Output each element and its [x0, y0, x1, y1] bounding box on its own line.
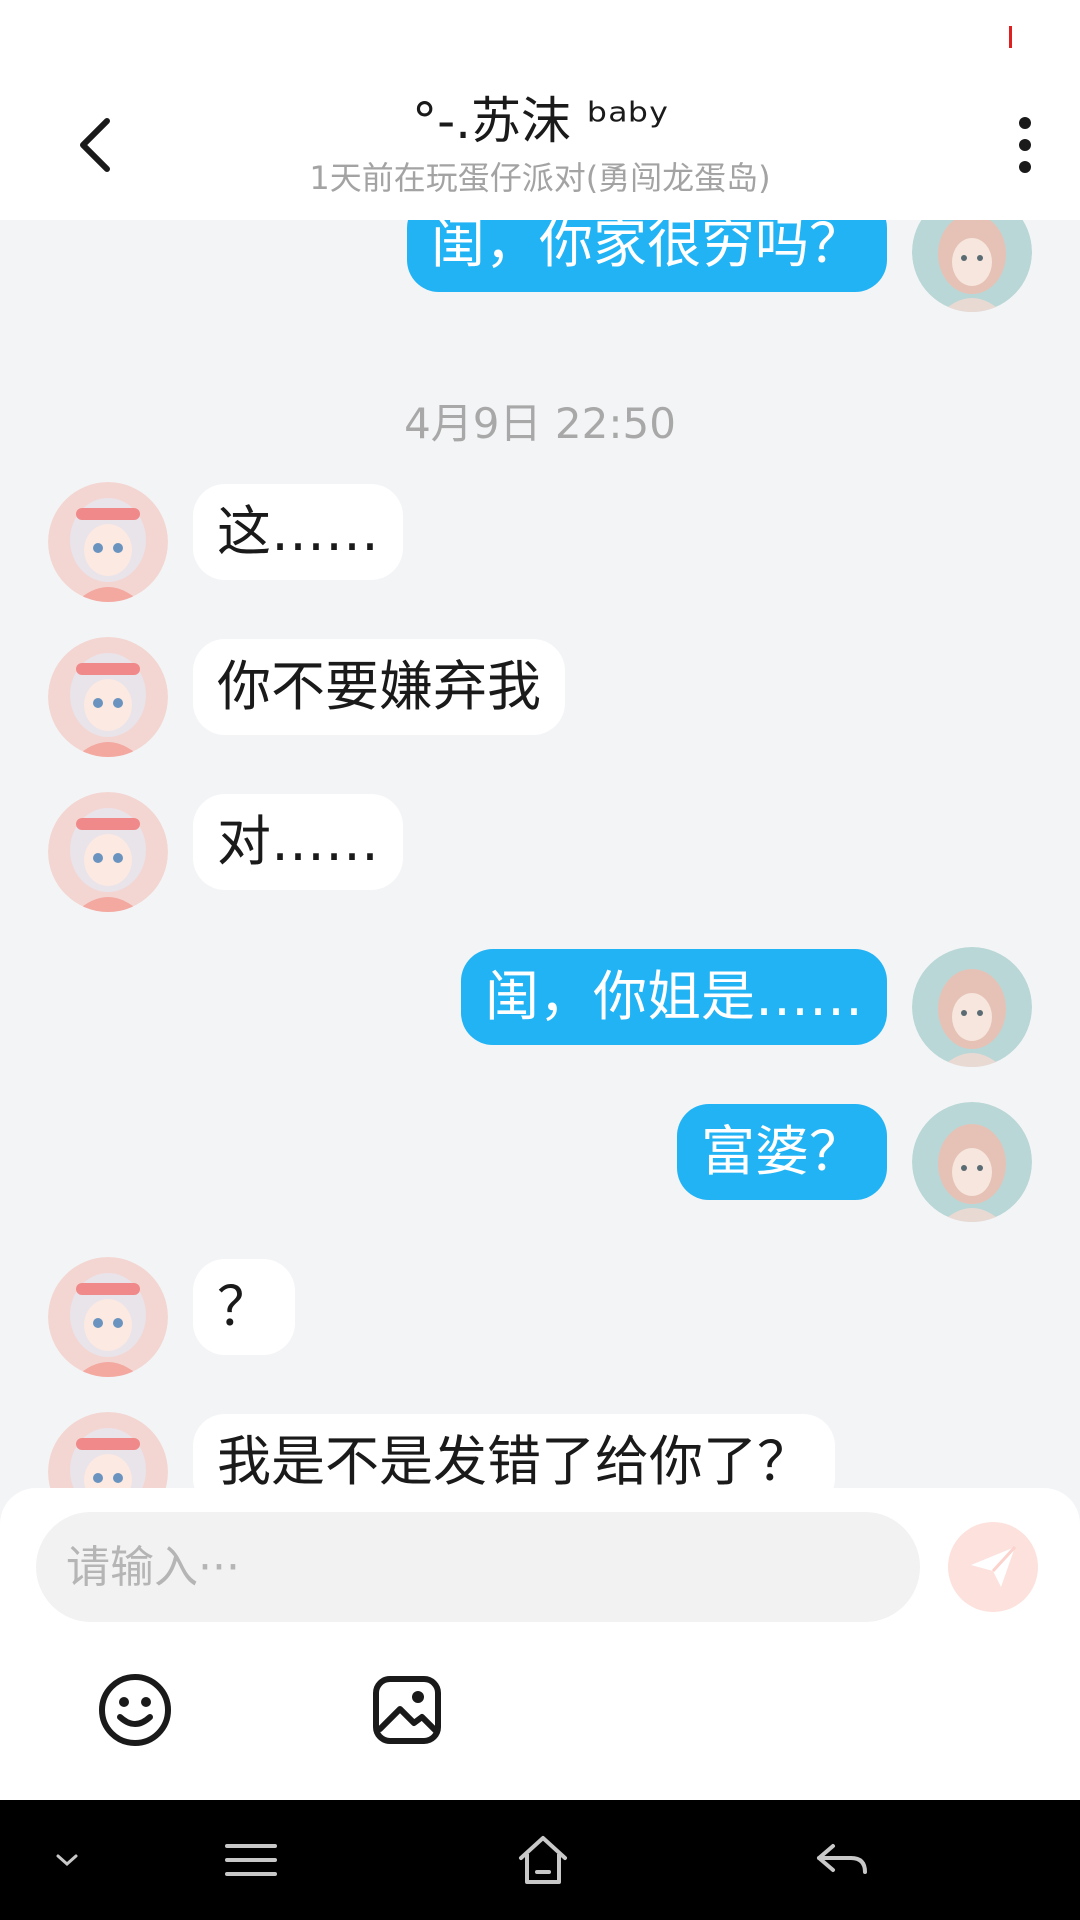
back-button[interactable] — [60, 110, 130, 180]
contact-name: °-.苏沫 ᵇᵃᵇʸ — [412, 92, 668, 150]
message-bubble-received[interactable]: 这…… — [193, 484, 403, 580]
nav-recents-button[interactable] — [216, 1830, 286, 1890]
contact-avatar[interactable] — [48, 1257, 168, 1377]
menu-icon — [225, 1844, 277, 1876]
back-arrow-icon — [817, 1844, 867, 1874]
message-input-container[interactable] — [36, 1512, 920, 1622]
contact-avatar[interactable] — [48, 1412, 168, 1490]
nav-back-button[interactable] — [806, 1830, 876, 1890]
image-button[interactable] — [368, 1671, 446, 1749]
more-vertical-icon — [1019, 117, 1031, 173]
emoji-button[interactable] — [96, 1671, 174, 1749]
my-avatar[interactable] — [912, 220, 1032, 312]
send-button[interactable] — [948, 1522, 1038, 1612]
my-avatar[interactable] — [912, 1102, 1032, 1222]
message-bubble-received[interactable]: 你不要嫌弃我 — [193, 639, 565, 735]
message-bubble-received[interactable]: 对…… — [193, 794, 403, 890]
header-title-block: °-.苏沫 ᵇᵃᵇʸ 1天前在玩蛋仔派对(勇闯龙蛋岛) — [200, 88, 880, 200]
contact-avatar[interactable] — [48, 792, 168, 912]
message-bubble-sent[interactable]: 闺，你姐是…… — [461, 949, 887, 1045]
nav-home-button[interactable] — [508, 1830, 578, 1890]
smiley-icon — [99, 1674, 171, 1746]
contact-status: 1天前在玩蛋仔派对(勇闯龙蛋岛) — [309, 159, 771, 197]
message-list[interactable]: 闺，你家很穷吗？ 4月9日 22:50 这…… 你不要嫌弃我 对…… 闺，你姐是… — [0, 220, 1080, 1490]
nav-hide-button[interactable] — [32, 1830, 102, 1890]
chat-screen: °-.苏沫 ᵇᵃᵇʸ 1天前在玩蛋仔派对(勇闯龙蛋岛) 闺，你家很穷吗？ 4月9… — [0, 0, 1080, 1920]
chevron-down-icon — [56, 1854, 78, 1867]
image-icon — [373, 1676, 441, 1744]
message-composer — [0, 1488, 1080, 1800]
status-indicator — [1009, 26, 1012, 48]
my-avatar[interactable] — [912, 947, 1032, 1067]
system-navigation-bar — [0, 1800, 1080, 1920]
message-timestamp: 4月9日 22:50 — [404, 399, 676, 448]
message-bubble-received[interactable]: 我是不是发错了给你了？ — [193, 1414, 835, 1490]
contact-avatar[interactable] — [48, 637, 168, 757]
contact-avatar[interactable] — [48, 482, 168, 602]
chevron-left-icon — [80, 118, 110, 172]
message-bubble-received[interactable]: ？ — [193, 1259, 295, 1355]
status-bar — [0, 0, 1080, 70]
home-icon — [519, 1836, 567, 1884]
paper-plane-icon — [971, 1545, 1017, 1587]
chat-header: °-.苏沫 ᵇᵃᵇʸ 1天前在玩蛋仔派对(勇闯龙蛋岛) — [0, 70, 1080, 220]
message-bubble-sent[interactable]: 闺，你家很穷吗？ — [407, 220, 887, 292]
message-bubble-sent[interactable]: 富婆？ — [677, 1104, 887, 1200]
message-input[interactable] — [36, 1512, 920, 1622]
more-button[interactable] — [990, 110, 1060, 180]
